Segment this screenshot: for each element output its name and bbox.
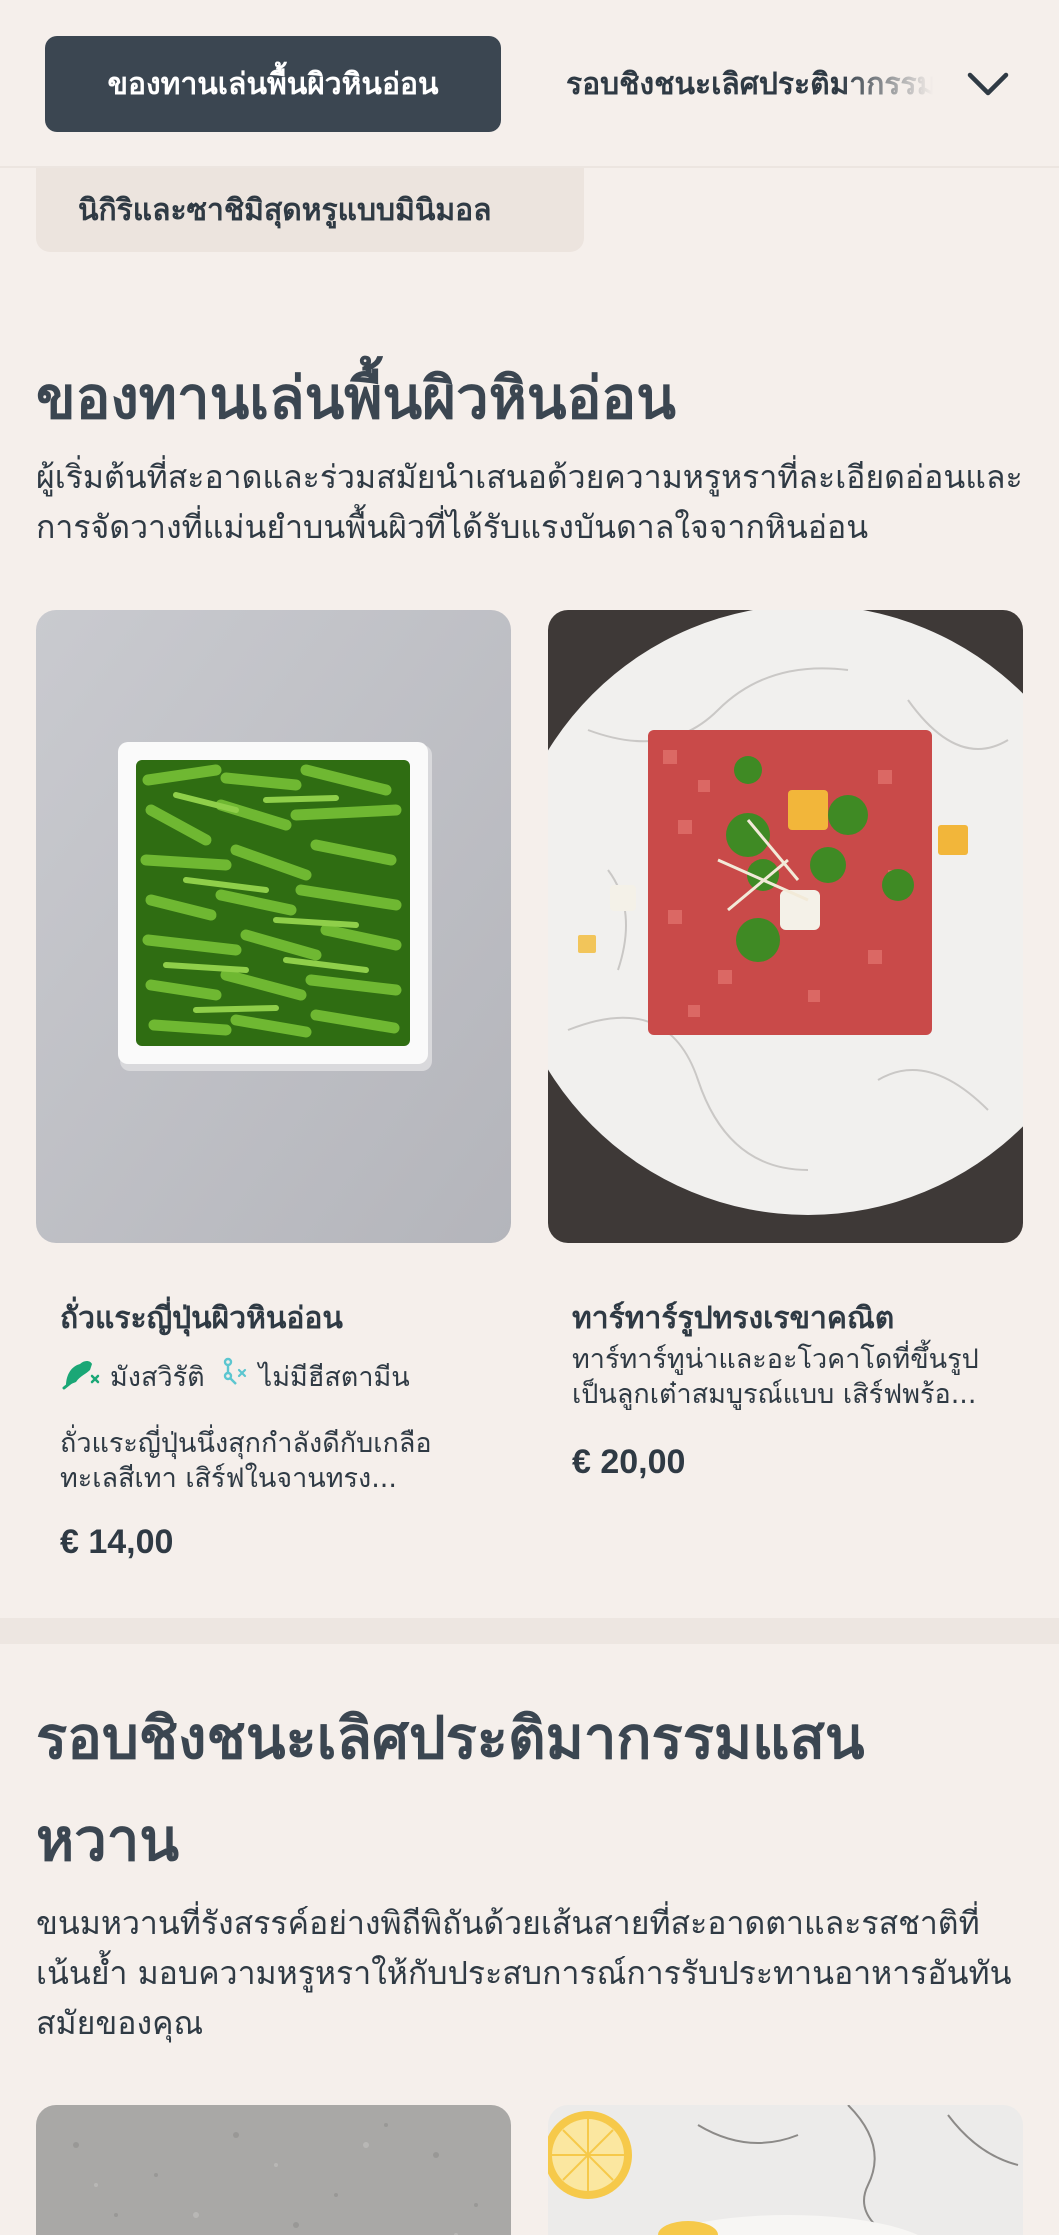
nav-tab-marble-starters[interactable]: ของทานเล่นพื้นผิวหินอ่อน [45,36,501,132]
dessert-image-2[interactable] [548,2105,1023,2235]
section-title: รอบชิงชนะเลิศประติมากรรมแสน [36,1704,865,1772]
dietary-tags: มังสวิรัติ ไม่มีฮีสตามีน [60,1355,410,1398]
card-description: ถั่วแระญี่ปุ่นนึ่งสุกกำลังดีกับเกลือทะเล… [60,1428,432,1494]
section-title-continued: หวาน [36,1806,180,1874]
card-description: ทาร์ทาร์ทูน่าและอะโวคาโดที่ขึ้นรูปเป็นลู… [572,1344,979,1410]
tag-histamine-free: ไม่มีฮีสตามีน [219,1355,410,1398]
card-price: € 14,00 [60,1523,174,1561]
dessert-image-1[interactable] [36,2105,511,2235]
edamame-image[interactable] [36,610,511,1243]
tag-histamine-free-label: ไม่มีฮีสตามีน [258,1362,410,1393]
section-divider [0,1618,1059,1644]
section-description: ผู้เริ่มต้นที่สะอาดและร่วมสมัยนำเสนอด้วย… [36,458,1023,546]
tag-vegan: มังสวิรัติ [60,1355,205,1398]
card-price: € 20,00 [572,1443,686,1481]
section-description: ขนมหวานที่รังสรรค์อย่างพิถีพิถันด้วยเส้น… [36,1904,1012,2042]
tag-vegan-label: มังสวิรัติ [110,1362,205,1393]
card-title[interactable]: ทาร์ทาร์รูปทรงเรขาคณิต [572,1295,894,1342]
vegan-icon [60,1356,100,1397]
card-title[interactable]: ถั่วแระญี่ปุ่นผิวหินอ่อน [60,1295,343,1342]
molecule-icon [219,1356,249,1397]
category-nav: ของทานเล่นพื้นผิวหินอ่อน รอบชิงชนะเลิศปร… [0,0,1059,168]
chevron-down-icon[interactable] [962,58,1014,110]
nav-fade-overlay [840,36,950,132]
section-title: ของทานเล่นพื้นผิวหินอ่อน [36,364,676,432]
nav-tab-minimal-sushi[interactable]: นิกิริและซาชิมิสุดหรูแบบมินิมอล [36,168,584,252]
tartare-image[interactable] [548,610,1023,1243]
